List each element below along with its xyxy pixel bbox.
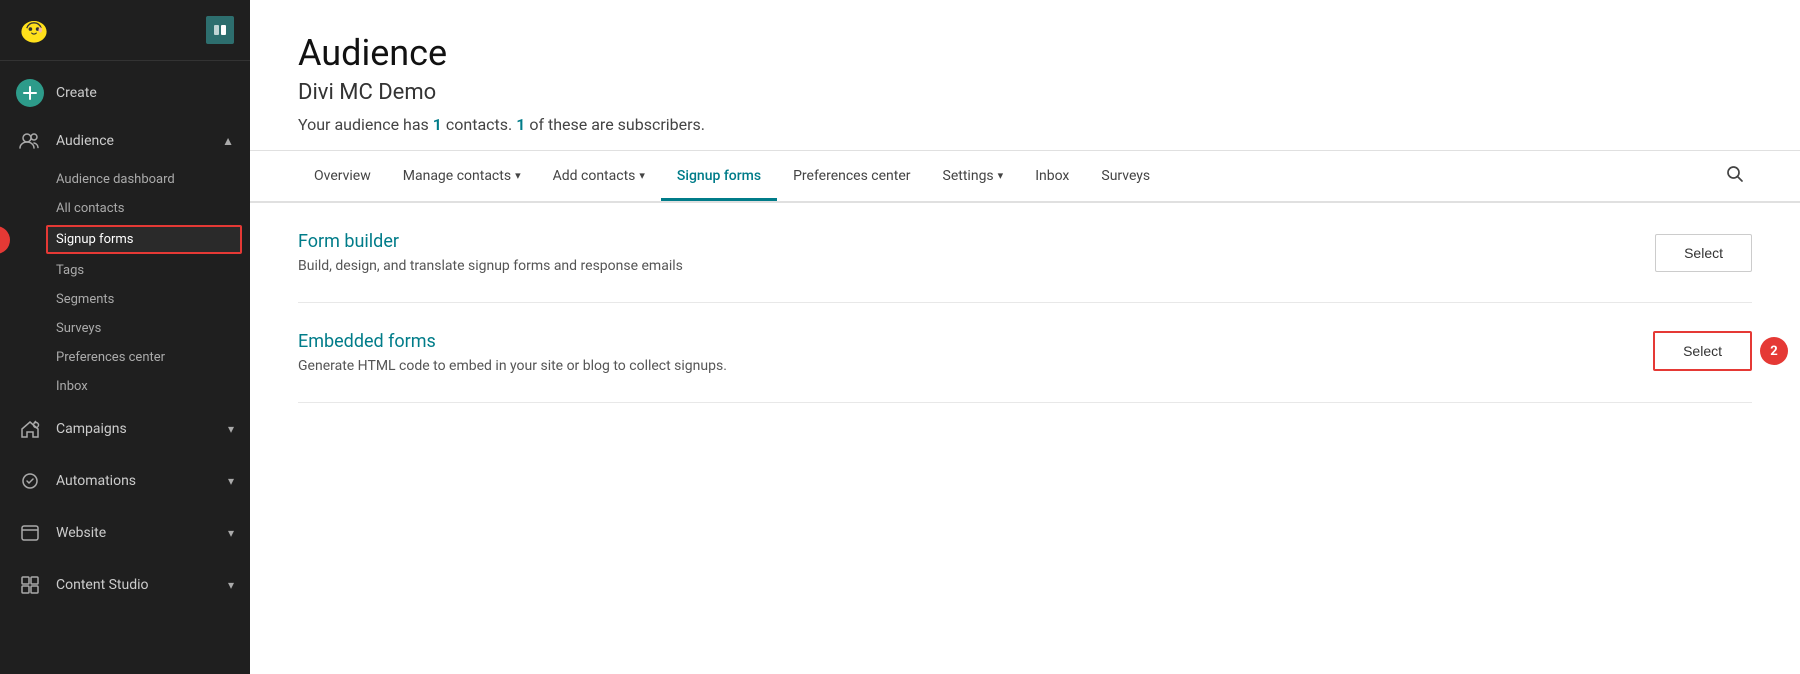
nav-section-audience: Audience ▲ Audience dashboard All contac… [0, 117, 250, 401]
website-chevron-icon: ▾ [228, 526, 234, 540]
sidebar-item-automations[interactable]: Automations ▾ [0, 457, 250, 505]
form-builder-description: Build, design, and translate signup form… [298, 258, 1655, 274]
content-studio-chevron-icon: ▾ [228, 578, 234, 592]
audience-chevron-icon: ▲ [222, 134, 234, 148]
embedded-forms-info: Embedded forms Generate HTML code to emb… [298, 331, 1653, 374]
form-builder-select-button[interactable]: Select [1655, 234, 1752, 272]
step-1-badge: 1 [0, 226, 10, 254]
website-label: Website [56, 525, 106, 541]
desc-prefix: Your audience has [298, 115, 433, 134]
search-icon[interactable] [1718, 151, 1752, 201]
tab-manage-contacts[interactable]: Manage contacts ▾ [387, 154, 537, 201]
tab-inbox[interactable]: Inbox [1019, 154, 1085, 201]
sidebar-item-segments[interactable]: Segments [0, 285, 250, 314]
sidebar-header [0, 0, 250, 61]
embedded-forms-select-button[interactable]: Select [1653, 331, 1752, 371]
automations-chevron-icon: ▾ [228, 474, 234, 488]
content-studio-label: Content Studio [56, 577, 149, 593]
page-header: Audience Divi MC Demo Your audience has … [250, 0, 1800, 151]
main-content: Audience Divi MC Demo Your audience has … [250, 0, 1800, 674]
sidebar-toggle-button[interactable] [206, 16, 234, 44]
manage-contacts-chevron-icon: ▾ [515, 169, 521, 182]
campaigns-label: Campaigns [56, 421, 127, 437]
tab-overview[interactable]: Overview [298, 154, 387, 201]
form-option-embedded-forms: Embedded forms Generate HTML code to emb… [298, 303, 1752, 403]
desc-suffix: of these are subscribers. [525, 115, 705, 134]
nav-section-website: Website ▾ [0, 509, 250, 557]
sidebar-nav: Create Audience ▲ Audience dashboard All… [0, 61, 250, 674]
tab-signup-forms[interactable]: Signup forms [661, 154, 777, 201]
sidebar-item-preferences-center[interactable]: Preferences center [0, 343, 250, 372]
automations-label: Automations [56, 473, 136, 489]
sidebar-item-create[interactable]: Create [0, 69, 250, 117]
tabs-bar: Overview Manage contacts ▾ Add contacts … [250, 151, 1800, 203]
add-contacts-chevron-icon: ▾ [639, 169, 645, 182]
automations-icon [16, 467, 44, 495]
page-title: Audience [298, 32, 1752, 74]
campaigns-chevron-icon: ▾ [228, 422, 234, 436]
campaigns-icon [16, 415, 44, 443]
sidebar-item-website[interactable]: Website ▾ [0, 509, 250, 557]
embedded-forms-title[interactable]: Embedded forms [298, 331, 1653, 352]
audience-section-label: Audience [56, 133, 114, 149]
sidebar-item-surveys[interactable]: Surveys [0, 314, 250, 343]
sidebar-item-all-contacts[interactable]: All contacts [0, 194, 250, 223]
settings-chevron-icon: ▾ [998, 169, 1004, 182]
tab-settings[interactable]: Settings ▾ [927, 154, 1020, 201]
nav-section-campaigns: Campaigns ▾ [0, 405, 250, 453]
sidebar-item-tags[interactable]: Tags [0, 256, 250, 285]
contacts-count: 1 [433, 115, 442, 134]
subscribers-count: 1 [516, 115, 525, 134]
sidebar-item-audience-dashboard[interactable]: Audience dashboard [0, 165, 250, 194]
create-icon [16, 79, 44, 107]
form-builder-info: Form builder Build, design, and translat… [298, 231, 1655, 274]
form-option-form-builder: Form builder Build, design, and translat… [298, 203, 1752, 303]
create-label: Create [56, 85, 97, 101]
audience-icon [16, 127, 44, 155]
embedded-forms-description: Generate HTML code to embed in your site… [298, 358, 1653, 374]
desc-mid: contacts. [442, 115, 516, 134]
website-icon [16, 519, 44, 547]
sidebar: Create Audience ▲ Audience dashboard All… [0, 0, 250, 674]
nav-section-content-studio: Content Studio ▾ [0, 561, 250, 609]
form-builder-title[interactable]: Form builder [298, 231, 1655, 252]
sidebar-item-content-studio[interactable]: Content Studio ▾ [0, 561, 250, 609]
mailchimp-logo [16, 12, 52, 48]
sidebar-item-inbox[interactable]: Inbox [0, 372, 250, 401]
tab-add-contacts[interactable]: Add contacts ▾ [537, 154, 661, 201]
audience-description: Your audience has 1 contacts. 1 of these… [298, 115, 1752, 134]
step-2-badge: 2 [1760, 337, 1788, 365]
tab-surveys[interactable]: Surveys [1085, 154, 1166, 201]
audience-name: Divi MC Demo [298, 80, 1752, 105]
sidebar-item-audience[interactable]: Audience ▲ [0, 117, 250, 165]
tab-preferences-center[interactable]: Preferences center [777, 154, 926, 201]
content-studio-icon [16, 571, 44, 599]
sidebar-item-campaigns[interactable]: Campaigns ▾ [0, 405, 250, 453]
audience-sub-items: Audience dashboard All contacts 1 Signup… [0, 165, 250, 401]
nav-section-automations: Automations ▾ [0, 457, 250, 505]
sidebar-item-signup-forms[interactable]: Signup forms [46, 225, 242, 254]
content-area: Form builder Build, design, and translat… [250, 203, 1800, 674]
